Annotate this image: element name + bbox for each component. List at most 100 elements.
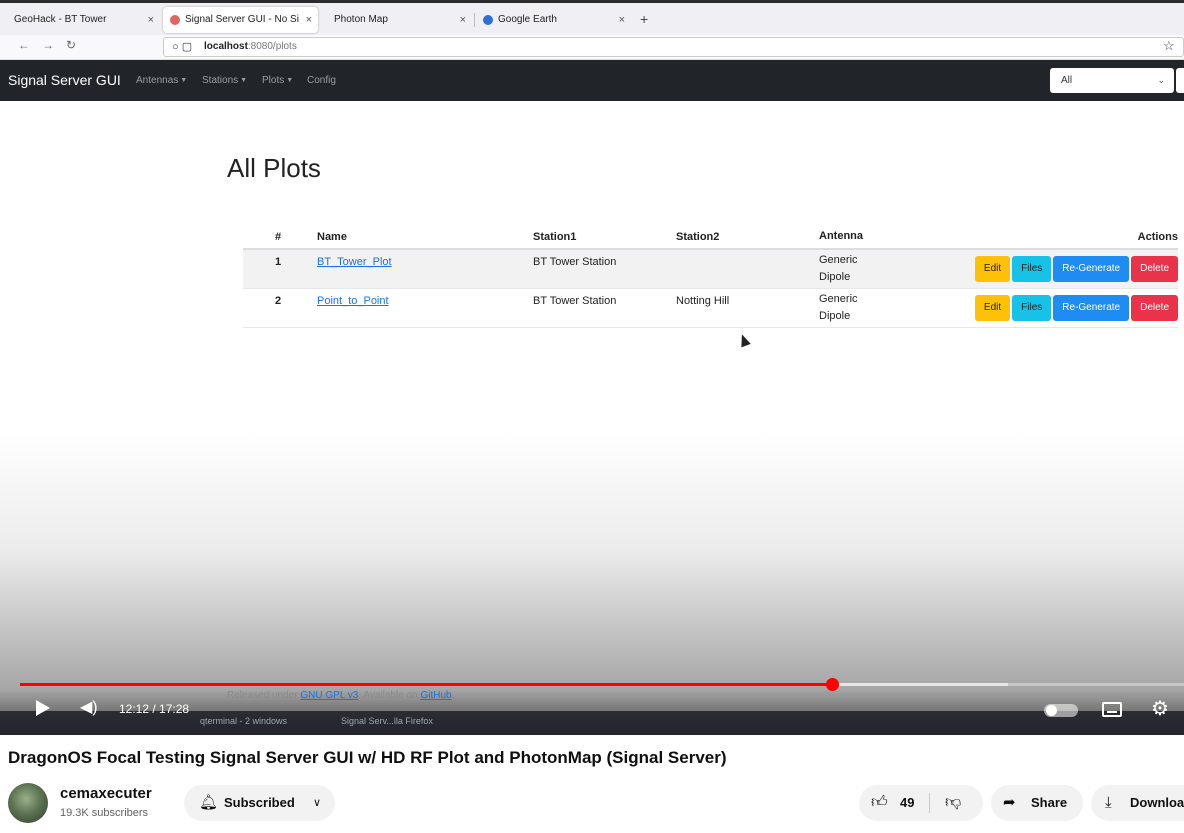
edit-button[interactable]: Edit	[974, 294, 1011, 321]
col-header-antenna: Antenna	[819, 225, 952, 250]
col-header-station2: Station2	[676, 225, 819, 250]
browser-tab-geohack[interactable]: GeoHack - BT Tower ×	[0, 7, 160, 33]
table-row: 1 BT_Tower_Plot BT Tower Station Generic…	[243, 249, 1178, 289]
autoplay-toggle[interactable]	[1044, 704, 1078, 717]
divider	[929, 793, 930, 813]
edit-button[interactable]: Edit	[974, 256, 1011, 282]
url-bar[interactable]: ○ ▢ localhost:8080/plots	[163, 37, 1184, 57]
filter-select[interactable]: All ⌄	[1050, 68, 1174, 93]
regenerate-button[interactable]: Re-Generate	[1053, 256, 1130, 282]
caret-down-icon: ▼	[240, 77, 248, 84]
thumbs-down-icon[interactable]: 👎︎	[945, 785, 961, 821]
nav-label: Config	[307, 75, 336, 86]
regenerate-button[interactable]: Re-Generate	[1053, 294, 1130, 321]
url-path: :8080/plots	[247, 41, 297, 52]
subscriber-count: 19.3K subscribers	[60, 807, 149, 819]
footer-text: .	[451, 690, 455, 701]
col-header-station1: Station1	[533, 225, 676, 250]
actions-cell: Edit Files Re-Generate Delete	[952, 249, 1178, 289]
browser-tab-signal-server[interactable]: Signal Server GUI - No Si ×	[163, 7, 318, 33]
progress-bar[interactable]	[20, 683, 1184, 686]
row-number: 1	[243, 249, 317, 289]
footer-text: . Available on	[358, 690, 421, 701]
nav-antennas[interactable]: Antennas ▼	[136, 75, 187, 86]
row-number: 2	[243, 288, 317, 328]
page-info-icon[interactable]: ○ ▢	[172, 38, 192, 56]
subtitles-icon[interactable]	[1102, 702, 1122, 717]
arrow-left-icon[interactable]: ←	[18, 38, 30, 52]
close-icon[interactable]: ×	[306, 7, 312, 33]
download-icon: ⤓	[1105, 794, 1112, 811]
col-header-num: #	[243, 225, 317, 250]
footer-text: Released under	[227, 690, 301, 701]
license-link[interactable]: GNU GPL v3	[300, 690, 358, 701]
station1-cell: BT Tower Station	[533, 249, 676, 289]
download-button[interactable]: ⤓ Download	[1091, 785, 1184, 821]
close-icon[interactable]: ×	[460, 7, 466, 33]
antenna-cell: Generic Dipole	[819, 249, 952, 289]
play-icon[interactable]	[36, 700, 50, 716]
share-label: Share	[1031, 795, 1068, 810]
channel-avatar[interactable]	[8, 783, 48, 823]
delete-button[interactable]: Delete	[1131, 294, 1178, 321]
filter-select-secondary[interactable]	[1176, 68, 1184, 93]
like-count: 49	[900, 795, 915, 810]
channel-name[interactable]: cemaxecuter	[60, 785, 152, 802]
station2-cell: Notting Hill	[676, 288, 819, 328]
caret-down-icon: ▼	[180, 77, 188, 84]
plot-name-cell: Point_to_Point	[317, 288, 533, 328]
github-link[interactable]: GitHub	[420, 690, 451, 701]
thumbs-up-icon[interactable]: 👍︎	[871, 785, 888, 821]
files-button[interactable]: Files	[1012, 294, 1052, 321]
download-label: Download	[1130, 795, 1184, 810]
antenna-line: Generic	[819, 292, 858, 305]
col-header-name: Name	[317, 225, 533, 250]
chevron-down-icon: ⌄	[1157, 75, 1165, 85]
plot-name-cell: BT_Tower_Plot	[317, 249, 533, 289]
tab-label: GeoHack - BT Tower	[14, 14, 107, 25]
video-player[interactable]: GeoHack - BT Tower × Signal Server GUI -…	[0, 0, 1184, 735]
delete-button[interactable]: Delete	[1131, 256, 1178, 282]
volume-icon[interactable]: ◀)	[80, 697, 98, 717]
nav-config[interactable]: Config	[307, 75, 336, 86]
bell-icon: 🔔︎	[199, 794, 219, 811]
taskbar-item-terminal: qterminal - 2 windows	[200, 716, 288, 726]
table-row: 2 Point_to_Point BT Tower Station Nottin…	[243, 288, 1178, 328]
nav-plots[interactable]: Plots ▼	[262, 75, 293, 86]
nav-label: Stations	[202, 75, 239, 86]
app-brand[interactable]: Signal Server GUI	[8, 72, 121, 88]
arrow-right-icon[interactable]: →	[42, 38, 54, 52]
subscribed-button[interactable]: 🔔︎ Subscribed ∨	[184, 785, 335, 821]
plot-name-link[interactable]: Point_to_Point	[317, 295, 389, 307]
like-dislike-group: 👍︎ 49 👎︎	[859, 785, 983, 821]
gear-icon[interactable]: ⚙	[1151, 696, 1169, 721]
plot-name-link[interactable]: BT_Tower_Plot	[317, 256, 392, 268]
close-icon[interactable]: ×	[148, 7, 154, 33]
caret-down-icon: ▼	[286, 77, 294, 84]
antenna-line: Generic	[819, 254, 858, 266]
taskbar-item-firefox: Signal Serv...lla Firefox	[341, 716, 433, 726]
google-earth-icon	[483, 15, 493, 25]
close-icon[interactable]: ×	[619, 7, 625, 33]
browser-tab-strip: GeoHack - BT Tower × Signal Server GUI -…	[0, 0, 1184, 35]
star-icon[interactable]: ☆	[1163, 38, 1175, 54]
subscribed-label: Subscribed	[224, 795, 295, 810]
reload-icon[interactable]: ↻	[66, 38, 76, 52]
nav-label: Antennas	[136, 75, 179, 86]
chevron-down-icon: ∨	[312, 797, 321, 809]
nav-stations[interactable]: Stations ▼	[202, 75, 247, 86]
tab-label: Signal Server GUI - No Si	[185, 14, 299, 25]
antenna-line: Dipole	[819, 271, 851, 283]
new-tab-icon[interactable]: +	[640, 11, 648, 27]
app-navbar: Signal Server GUI Antennas ▼ Stations ▼ Pl…	[0, 60, 1184, 101]
select-value: All	[1061, 75, 1073, 86]
table-header-row: # Name Station1 Station2 Antenna Actions	[243, 225, 1178, 250]
browser-tab-google-earth[interactable]: Google Earth ×	[476, 7, 631, 33]
col-header-actions: Actions	[952, 225, 1178, 250]
browser-tab-photon-map[interactable]: Photon Map ×	[320, 7, 472, 33]
favicon-icon	[170, 15, 180, 25]
share-button[interactable]: ➦ Share	[991, 785, 1083, 821]
files-button[interactable]: Files	[1012, 256, 1052, 282]
mouse-cursor-icon	[737, 332, 751, 348]
progress-played	[20, 683, 833, 686]
